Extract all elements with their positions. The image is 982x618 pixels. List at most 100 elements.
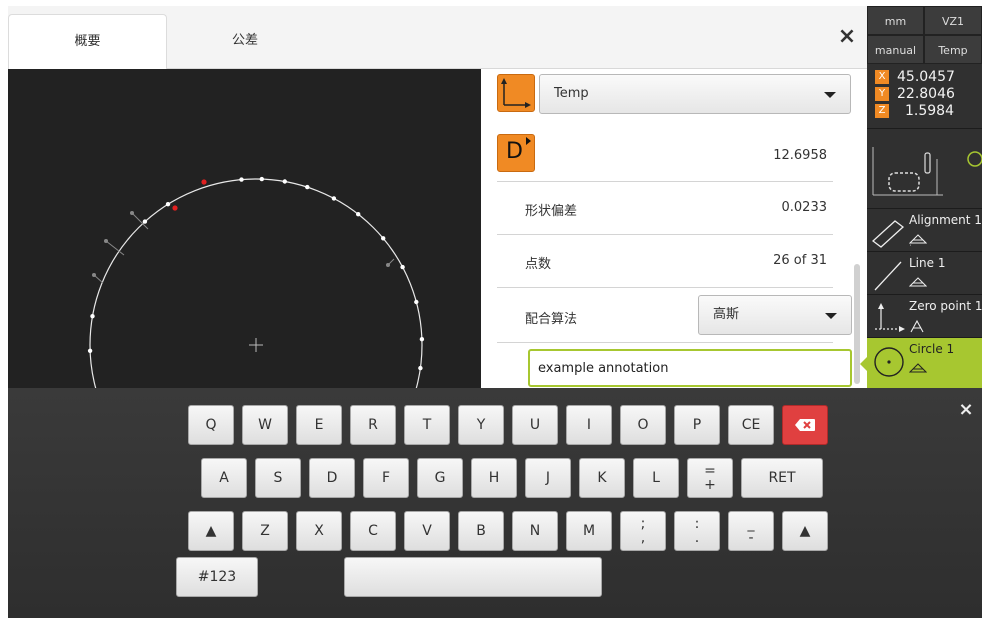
feature-item-zero-point[interactable]: Zero point 1 <box>867 294 982 338</box>
axis-a-icon <box>910 319 924 333</box>
circle-icon <box>874 347 904 377</box>
axis-y-row: Y 22.8046 <box>875 86 982 103</box>
points-value: 26 of 31 <box>773 253 827 268</box>
key-symbol-top: : <box>694 516 700 532</box>
feature-viewer[interactable] <box>8 69 481 512</box>
measured-point <box>400 264 405 270</box>
measured-point <box>282 179 287 184</box>
key-numeric[interactable]: #123 <box>176 557 258 597</box>
key-colon[interactable]: :. <box>674 511 720 551</box>
feature-item-alignment[interactable]: Alignment 1 <box>867 208 982 252</box>
key-b[interactable]: B <box>458 511 504 551</box>
points-label: 点数 <box>525 257 552 272</box>
key-g[interactable]: G <box>417 458 463 498</box>
key-r[interactable]: R <box>350 405 396 445</box>
selected-point <box>201 179 207 185</box>
key-s[interactable]: S <box>255 458 301 498</box>
fit-algorithm-value: 高斯 <box>713 307 740 322</box>
key-return[interactable]: RET <box>741 458 823 498</box>
measured-point <box>418 365 423 371</box>
form-error-label: 形状偏差 <box>525 204 578 219</box>
backspace-icon <box>795 419 815 431</box>
coord-button[interactable]: Temp <box>924 35 982 64</box>
key-underscore[interactable]: _ - <box>728 511 774 551</box>
view-button[interactable]: VZ1 <box>924 6 982 35</box>
onscreen-keyboard: × Q W E R T Y U I O P CE A S D F G H J K L = + RET ▲ Z X C V B N M;,:.… <box>8 388 982 618</box>
annotation-input[interactable]: example annotation <box>528 349 852 387</box>
key-symbol-bottom: - <box>748 530 754 546</box>
measured-point <box>87 348 93 353</box>
key-equals-plus[interactable]: = + <box>687 458 733 498</box>
tab-overview[interactable]: 概要 <box>8 14 167 69</box>
axis-z-row: Z 1.5984 <box>875 103 982 120</box>
feature-item-line[interactable]: Line 1 <box>867 251 982 295</box>
close-icon[interactable]: × <box>834 24 860 50</box>
measured-point <box>239 177 244 182</box>
unit-button[interactable]: mm <box>867 6 924 35</box>
measured-point <box>356 212 361 217</box>
fit-algorithm-dropdown[interactable]: 高斯 <box>698 295 852 335</box>
measured-point <box>259 176 264 182</box>
selected-point <box>172 205 178 211</box>
triangle-icon <box>909 234 927 244</box>
key-z[interactable]: Z <box>242 511 288 551</box>
key-o[interactable]: O <box>620 405 666 445</box>
key-space[interactable] <box>344 557 602 597</box>
key-h[interactable]: H <box>471 458 517 498</box>
key-a[interactable]: A <box>201 458 247 498</box>
key-p[interactable]: P <box>674 405 720 445</box>
key-n[interactable]: N <box>512 511 558 551</box>
feature-label-zero-point: Zero point 1 <box>909 299 982 313</box>
key-u[interactable]: U <box>512 405 558 445</box>
axis-x-value: 45.0457 <box>897 69 955 85</box>
diameter-value: 12.6958 <box>773 148 827 163</box>
key-i[interactable]: I <box>566 405 612 445</box>
key-y[interactable]: Y <box>458 405 504 445</box>
chevron-down-icon <box>825 313 837 319</box>
key-x[interactable]: X <box>296 511 342 551</box>
triangle-icon <box>909 277 927 287</box>
coordinate-system-dropdown[interactable]: Temp <box>539 74 851 114</box>
keyboard-close-icon[interactable]: × <box>958 401 974 419</box>
key-semicolon[interactable]: ;, <box>620 511 666 551</box>
live-image-preview[interactable] <box>867 128 982 209</box>
key-ce[interactable]: CE <box>728 405 774 445</box>
measured-point <box>381 236 386 241</box>
key-q[interactable]: Q <box>188 405 234 445</box>
coordinate-system-icon[interactable] <box>497 74 535 112</box>
key-w[interactable]: W <box>242 405 288 445</box>
key-k[interactable]: K <box>579 458 625 498</box>
feature-item-circle[interactable]: Circle 1 <box>867 337 982 389</box>
alignment-icon <box>871 220 911 248</box>
annotation-value: example annotation <box>538 361 669 376</box>
triangle-icon <box>909 363 927 373</box>
axis-z-badge: Z <box>875 104 889 118</box>
details-panel: Temp D 12.6958 形状偏差 0.0233 点数 26 of 31 配… <box>481 69 867 388</box>
axis-y-value: 22.8046 <box>897 86 955 102</box>
axis-x-row: X 45.0457 <box>875 69 982 86</box>
tab-tolerance[interactable]: 公差 <box>165 14 325 68</box>
key-f[interactable]: F <box>363 458 409 498</box>
selection-pointer <box>860 357 867 371</box>
key-c[interactable]: C <box>350 511 396 551</box>
key-v[interactable]: V <box>404 511 450 551</box>
key-d[interactable]: D <box>309 458 355 498</box>
key-shift-right[interactable]: ▲ <box>782 511 828 551</box>
key-l[interactable]: L <box>633 458 679 498</box>
key-m[interactable]: M <box>566 511 612 551</box>
preview-icon <box>872 147 982 196</box>
key-symbol-top: _ <box>747 516 755 532</box>
outlier-point <box>92 273 96 277</box>
key-shift-left[interactable]: ▲ <box>188 511 234 551</box>
feature-label-line: Line 1 <box>909 256 946 270</box>
key-symbol-top: ; <box>640 516 646 532</box>
app-window: 概要 公差 × Temp D 12.6958 形状偏差 0.0233 点数 26… <box>8 6 982 618</box>
key-backspace[interactable] <box>782 405 828 445</box>
key-t[interactable]: T <box>404 405 450 445</box>
key-e[interactable]: E <box>296 405 342 445</box>
key-j[interactable]: J <box>525 458 571 498</box>
mode-button[interactable]: manual <box>867 35 924 64</box>
points-row: 点数 26 of 31 <box>497 235 833 288</box>
fit-algorithm-label: 配合算法 <box>525 312 578 327</box>
measured-point <box>142 219 148 224</box>
